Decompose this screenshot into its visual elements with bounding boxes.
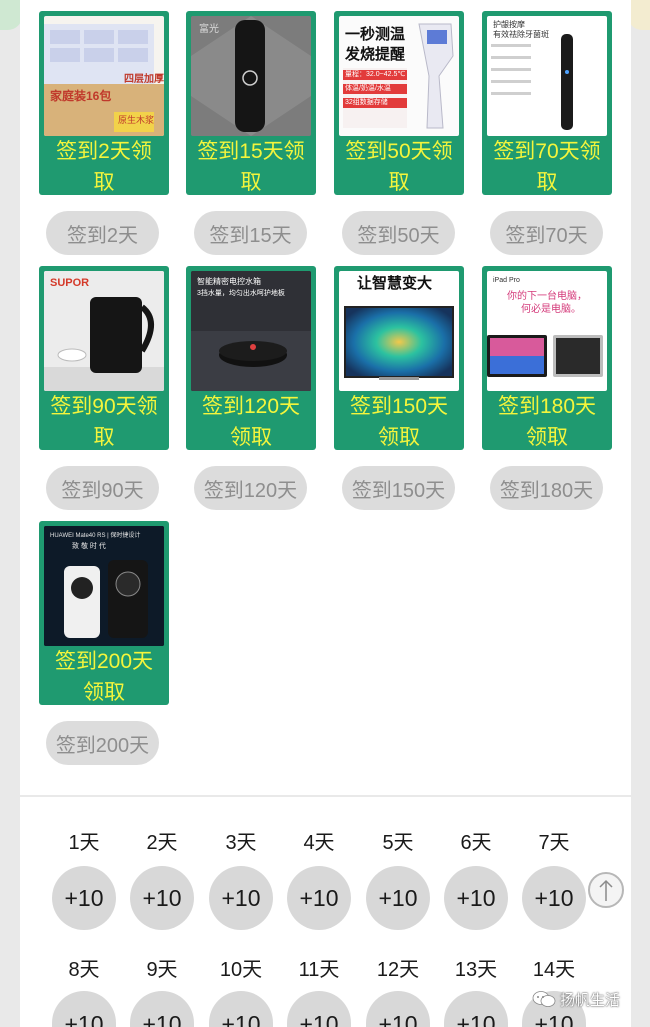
card-label: 签到120天领取 — [201, 395, 301, 449]
card-label: 签到150天领取 — [349, 395, 449, 449]
reward-card-150-days[interactable]: 让智慧变大 签到150天领取 — [334, 266, 464, 450]
reward-card-90-days[interactable]: SUPOR 签到90天领取 — [39, 266, 169, 450]
background-accent-right — [628, 0, 650, 30]
reward-card-120-days[interactable]: 智能精密电控水箱 3挡水量，均匀出水呵护地板 签到120天领取 — [186, 266, 316, 450]
product-image-thermometer: 一秒测温 发烧提醒 量程：32.0~42.5℃ 体温/奶温/水温 32组数据存储 — [339, 16, 459, 136]
day-label: 10天 — [219, 959, 263, 981]
reward-card-2-days[interactable]: 家庭装16包 四层加厚 原生木浆 签到2天领取 — [39, 11, 169, 195]
card-label: 签到90天领取 — [50, 395, 158, 449]
product-image-bottle: 富光 — [191, 16, 311, 136]
reward-card-50-days[interactable]: 一秒测温 发烧提醒 量程：32.0~42.5℃ 体温/奶温/水温 32组数据存储… — [334, 11, 464, 195]
card-label: 签到50天领取 — [345, 140, 453, 194]
day-label: 6天 — [460, 832, 492, 854]
points-circle[interactable]: +10 — [444, 866, 508, 930]
image-caption: 四层加厚 — [124, 74, 164, 85]
kettle-illustration — [44, 271, 164, 391]
product-image-tv: 让智慧变大 — [339, 271, 459, 391]
product-image-phone: HUAWEI Mate40 RS | 保时捷设计 致 敬 时 代 — [44, 526, 164, 646]
reward-card-15-days[interactable]: 富光 签到15天领取 — [186, 11, 316, 195]
card-label: 签到2天领取 — [56, 140, 152, 194]
day-label: 4天 — [303, 832, 335, 854]
image-caption: 有效祛除牙菌斑 — [493, 30, 549, 39]
product-image-kettle: SUPOR — [44, 271, 164, 391]
image-caption: 你的下一台电脑， — [507, 291, 587, 302]
scroll-to-top-button[interactable] — [588, 872, 624, 908]
product-image-tissue: 家庭装16包 四层加厚 原生木浆 — [44, 16, 164, 136]
reward-card-200-days[interactable]: HUAWEI Mate40 RS | 保时捷设计 致 敬 时 代 签到200天领… — [39, 521, 169, 705]
wechat-icon — [532, 991, 556, 1007]
points-circle[interactable]: +10 — [522, 866, 586, 930]
image-caption: 原生木浆 — [118, 115, 155, 125]
reward-card-70-days[interactable]: 护龈按摩 有效祛除牙菌斑 签到70天领取 — [482, 11, 612, 195]
signin-button-15-days[interactable]: 签到15天 — [194, 211, 307, 255]
day-label: 14天 — [532, 959, 576, 981]
card-label: 签到200天领取 — [54, 650, 154, 704]
image-caption: 致 敬 时 代 — [72, 543, 106, 550]
card-label: 签到180天领取 — [497, 395, 597, 449]
day-label: 1天 — [68, 832, 100, 854]
image-caption: 智能精密电控水箱 — [197, 277, 261, 286]
day-label: 9天 — [146, 959, 178, 981]
card-label: 签到70天领取 — [493, 140, 601, 194]
image-caption: iPad Pro — [493, 277, 520, 284]
day-label: 13天 — [454, 959, 498, 981]
card-label: 签到15天领取 — [197, 140, 305, 194]
image-caption: 富光 — [199, 24, 219, 35]
background-accent-left — [0, 0, 22, 30]
watermark: 扬帆生活 — [532, 986, 620, 1012]
signin-button-50-days[interactable]: 签到50天 — [342, 211, 455, 255]
image-caption: 何必是电脑。 — [521, 304, 581, 315]
points-circle[interactable]: +10 — [209, 866, 273, 930]
reward-card-180-days[interactable]: iPad Pro 你的下一台电脑， 何必是电脑。 签到180天领取 — [482, 266, 612, 450]
day-label: 2天 — [146, 832, 178, 854]
image-caption: 32组数据存储 — [345, 99, 388, 106]
image-caption: HUAWEI Mate40 RS | 保时捷设计 — [50, 533, 141, 539]
image-caption: 量程：32.0~42.5℃ — [345, 71, 406, 78]
points-circle[interactable]: +10 — [287, 866, 351, 930]
points-circle[interactable]: +10 — [366, 866, 430, 930]
day-label: 5天 — [382, 832, 414, 854]
day-label: 12天 — [376, 959, 420, 981]
image-caption: 护龈按摩 — [493, 20, 525, 29]
image-caption: 3挡水量，均匀出水呵护地板 — [197, 290, 285, 297]
arrow-up-icon — [599, 879, 613, 901]
signin-button-70-days[interactable]: 签到70天 — [490, 211, 603, 255]
signin-button-200-days[interactable]: 签到200天 — [46, 721, 159, 765]
points-circle[interactable]: +10 — [130, 866, 194, 930]
image-caption: 让智慧变大 — [357, 275, 433, 292]
ipad-illustration — [487, 335, 603, 377]
watermark-text: 扬帆生活 — [560, 991, 621, 1009]
day-label: 7天 — [538, 832, 570, 854]
image-caption: 发烧提醒 — [345, 46, 406, 63]
day-label: 11天 — [298, 959, 340, 981]
product-image-toothbrush: 护龈按摩 有效祛除牙菌斑 — [487, 16, 607, 136]
image-caption: 体温/奶温/水温 — [345, 85, 391, 92]
signin-button-180-days[interactable]: 签到180天 — [490, 466, 603, 510]
image-caption: 家庭装16包 — [50, 89, 112, 103]
image-caption: 一秒测温 — [345, 26, 406, 43]
signin-button-90-days[interactable]: 签到90天 — [46, 466, 159, 510]
day-label: 3天 — [225, 832, 257, 854]
signin-button-2-days[interactable]: 签到2天 — [46, 211, 159, 255]
signin-button-120-days[interactable]: 签到120天 — [194, 466, 307, 510]
day-label: 8天 — [68, 959, 100, 981]
points-circle[interactable]: +10 — [52, 866, 116, 930]
image-caption: SUPOR — [50, 277, 90, 289]
product-image-robot-vacuum: 智能精密电控水箱 3挡水量，均匀出水呵护地板 — [191, 271, 311, 391]
product-image-ipad: iPad Pro 你的下一台电脑， 何必是电脑。 — [487, 271, 607, 391]
signin-button-150-days[interactable]: 签到150天 — [342, 466, 455, 510]
